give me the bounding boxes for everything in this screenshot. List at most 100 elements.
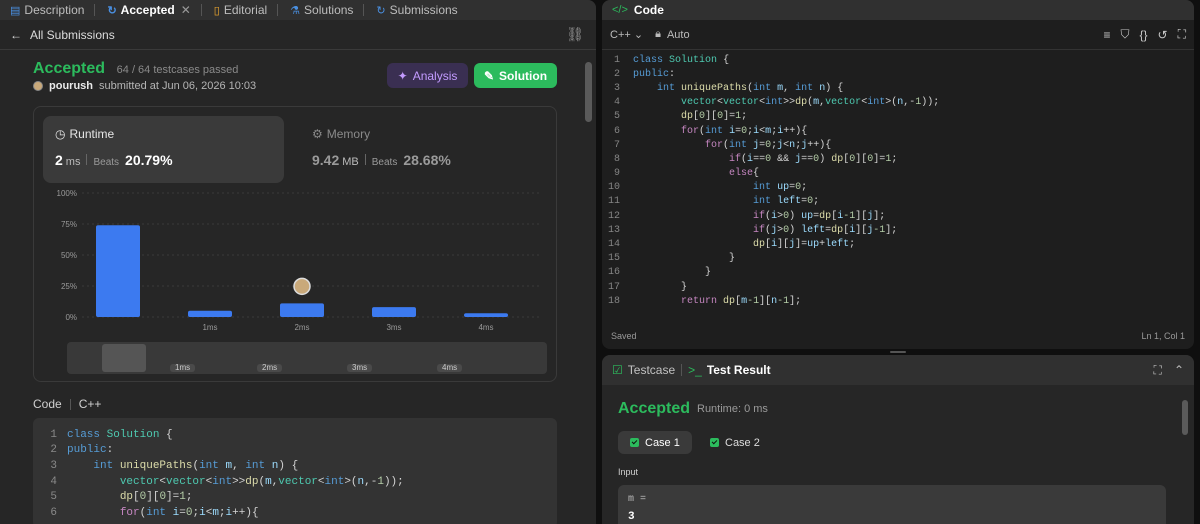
code-line[interactable]: 4 vector<vector<int>>dp(m,vector<int>(n,… xyxy=(602,96,1194,110)
testcases-passed: 64 / 64 testcases passed xyxy=(116,64,239,76)
code-panel: </> Code C++ ⌄ 🔒︎ Auto ≡ ⛉ {} ↺ ⛶ 1 class… xyxy=(602,0,1194,349)
code-line[interactable]: 1 class Solution { xyxy=(33,427,557,443)
auto-mode[interactable]: Auto xyxy=(667,29,690,41)
line-number: 9 xyxy=(613,168,620,180)
format-icon[interactable]: ≡ xyxy=(1103,28,1110,42)
code-line[interactable]: 6 for(int i=0;i<m;i++){ xyxy=(33,505,557,521)
y-tick-label: 25% xyxy=(61,282,77,291)
analysis-button[interactable]: ✦ Analysis xyxy=(387,63,468,88)
code-line[interactable]: 5 dp[0][0]=1; xyxy=(33,489,557,505)
code-text: dp[0][0]=1; xyxy=(681,111,748,123)
code-text: int uniquePaths(int m, int n) { xyxy=(93,459,299,472)
avatar[interactable] xyxy=(33,81,43,91)
bookmark-icon[interactable]: ⛉ xyxy=(1121,27,1130,42)
code-text: } xyxy=(705,267,712,279)
runtime-box[interactable]: ◷ Runtime 2 ms Beats 20.79% xyxy=(43,116,284,183)
code-line[interactable]: 15 } xyxy=(602,252,1194,266)
minimap-tick-label: 3ms xyxy=(347,364,373,372)
user-avatar-marker[interactable] xyxy=(293,277,311,296)
input-value-box: m = 3 xyxy=(618,485,1166,524)
line-number: 3 xyxy=(613,82,620,94)
line-number: 11 xyxy=(607,196,620,208)
submitted-code[interactable]: 1 class Solution {2 public: 3 int uniquePat… xyxy=(33,418,557,524)
braces-icon[interactable]: {} xyxy=(1140,28,1148,42)
runtime-value: 2 xyxy=(55,152,63,168)
code-line[interactable]: 2 public: xyxy=(602,67,1194,81)
scrollbar[interactable] xyxy=(585,62,592,122)
scrollbar[interactable] xyxy=(1182,400,1188,435)
code-text: if(i>0) up=dp[i-1][j]; xyxy=(753,210,886,222)
code-text: dp[0][0]=1; xyxy=(119,491,193,504)
code-line[interactable]: 3 int uniquePaths(int m, int n) { xyxy=(33,458,557,474)
line-number: 10 xyxy=(607,182,620,194)
code-text: class Solution { xyxy=(633,54,730,66)
drag-handle[interactable] xyxy=(890,351,906,353)
code-line[interactable]: 10 int up=0; xyxy=(602,181,1194,195)
y-tick-label: 0% xyxy=(65,313,77,322)
line-number: 17 xyxy=(607,281,620,293)
chart-bar[interactable] xyxy=(464,313,508,317)
runtime-label: Runtime xyxy=(69,127,115,141)
code-line[interactable]: 4 vector<vector<int>>dp(m,vector<int>(n,… xyxy=(33,474,557,490)
tab-testcase[interactable]: ☑ Testcase xyxy=(612,363,675,377)
line-number: 2 xyxy=(50,444,57,457)
language-select[interactable]: C++ ⌄ xyxy=(610,28,643,41)
app-root: ▤ Description ↻ Accepted ✕ ▯ Editorial ⚗… xyxy=(0,0,1200,524)
case-1-tab[interactable]: Case 1 xyxy=(618,431,692,454)
code-text: int up=0; xyxy=(753,182,808,194)
expand-icon[interactable]: ⛶ xyxy=(1178,27,1186,42)
code-line[interactable]: 11 int left=0; xyxy=(602,195,1194,209)
chart-range-slider[interactable]: 1ms 2ms 3ms 4ms xyxy=(67,342,547,374)
line-number: 5 xyxy=(50,491,57,504)
code-line[interactable]: 1 class Solution { xyxy=(602,53,1194,67)
line-number: 15 xyxy=(607,253,620,265)
submitter-row: pourush submitted at Jun 06, 2026 10:03 xyxy=(33,80,256,92)
code-language: C++ xyxy=(78,397,102,411)
code-line[interactable]: 18 return dp[m-1][n-1]; xyxy=(602,294,1194,308)
memory-label: Memory xyxy=(326,127,371,141)
line-number: 6 xyxy=(50,506,57,519)
code-line[interactable]: 13 if(j>0) left=dp[i][j-1]; xyxy=(602,223,1194,237)
code-line[interactable]: 5 dp[0][0]=1; xyxy=(602,110,1194,124)
code-line[interactable]: 7 for(int j=0;j<n;j++){ xyxy=(602,138,1194,152)
runtime-distribution-chart[interactable]: 100% 75% 50% 25% 0% 1ms 2ms 3ms 4ms xyxy=(42,187,552,337)
check-icon xyxy=(710,438,719,447)
code-line[interactable]: 8 if(i==0 && j==0) dp[0][0]=1; xyxy=(602,152,1194,166)
minimap-tick-label: 2ms xyxy=(257,364,283,372)
code-text: for(int i=0;i<m;i++){ xyxy=(119,506,259,519)
maximize-icon[interactable]: ⛶ xyxy=(1154,363,1162,378)
code-line[interactable]: 3 int uniquePaths(int m, int n) { xyxy=(602,81,1194,95)
code-line[interactable]: 12 if(i>0) up=dp[i-1][j]; xyxy=(602,209,1194,223)
code-line[interactable]: 14 dp[i][j]=up+left; xyxy=(602,237,1194,251)
x-tick-label: 4ms xyxy=(478,323,493,332)
chart-bar[interactable] xyxy=(372,307,416,317)
status-row: Accepted 64 / 64 testcases passed xyxy=(33,60,238,78)
code-line[interactable]: 16 } xyxy=(602,266,1194,280)
memory-beats: 28.68% xyxy=(403,152,451,168)
beats-label: Beats xyxy=(371,157,398,168)
code-text: int uniquePaths(int m, int n) { xyxy=(657,82,844,94)
code-editor[interactable]: 1 class Solution {2 public: 3 int uniquePat… xyxy=(602,53,1194,315)
input-value: 3 xyxy=(628,511,635,523)
code-panel-header: </> Code xyxy=(602,0,1194,20)
case-2-tab[interactable]: Case 2 xyxy=(698,431,772,454)
code-line[interactable]: 17 } xyxy=(602,280,1194,294)
chart-bar[interactable] xyxy=(96,225,140,317)
minimap-tick-label: 4ms xyxy=(437,364,463,372)
reset-icon[interactable]: ↺ xyxy=(1158,28,1168,42)
chevron-up-icon[interactable]: ⌃ xyxy=(1174,363,1184,378)
line-number: 18 xyxy=(607,295,620,307)
chart-bar[interactable] xyxy=(188,310,232,317)
memory-box[interactable]: ⚙ Memory 9.42 MB Beats 28.68% xyxy=(300,116,540,183)
memory-value: 9.42 xyxy=(312,152,340,168)
tab-test-result[interactable]: >_ Test Result xyxy=(688,363,770,377)
code-label: Code xyxy=(33,397,62,411)
code-line[interactable]: 2 public: xyxy=(33,443,557,459)
username[interactable]: pourush xyxy=(49,80,93,92)
saved-status: Saved xyxy=(611,331,637,341)
range-handle[interactable] xyxy=(102,344,146,372)
chart-bar[interactable] xyxy=(280,303,324,317)
code-line[interactable]: 6 for(int i=0;i<m;i++){ xyxy=(602,124,1194,138)
solution-button[interactable]: ✎ Solution xyxy=(474,63,557,88)
code-line[interactable]: 9 else{ xyxy=(602,167,1194,181)
